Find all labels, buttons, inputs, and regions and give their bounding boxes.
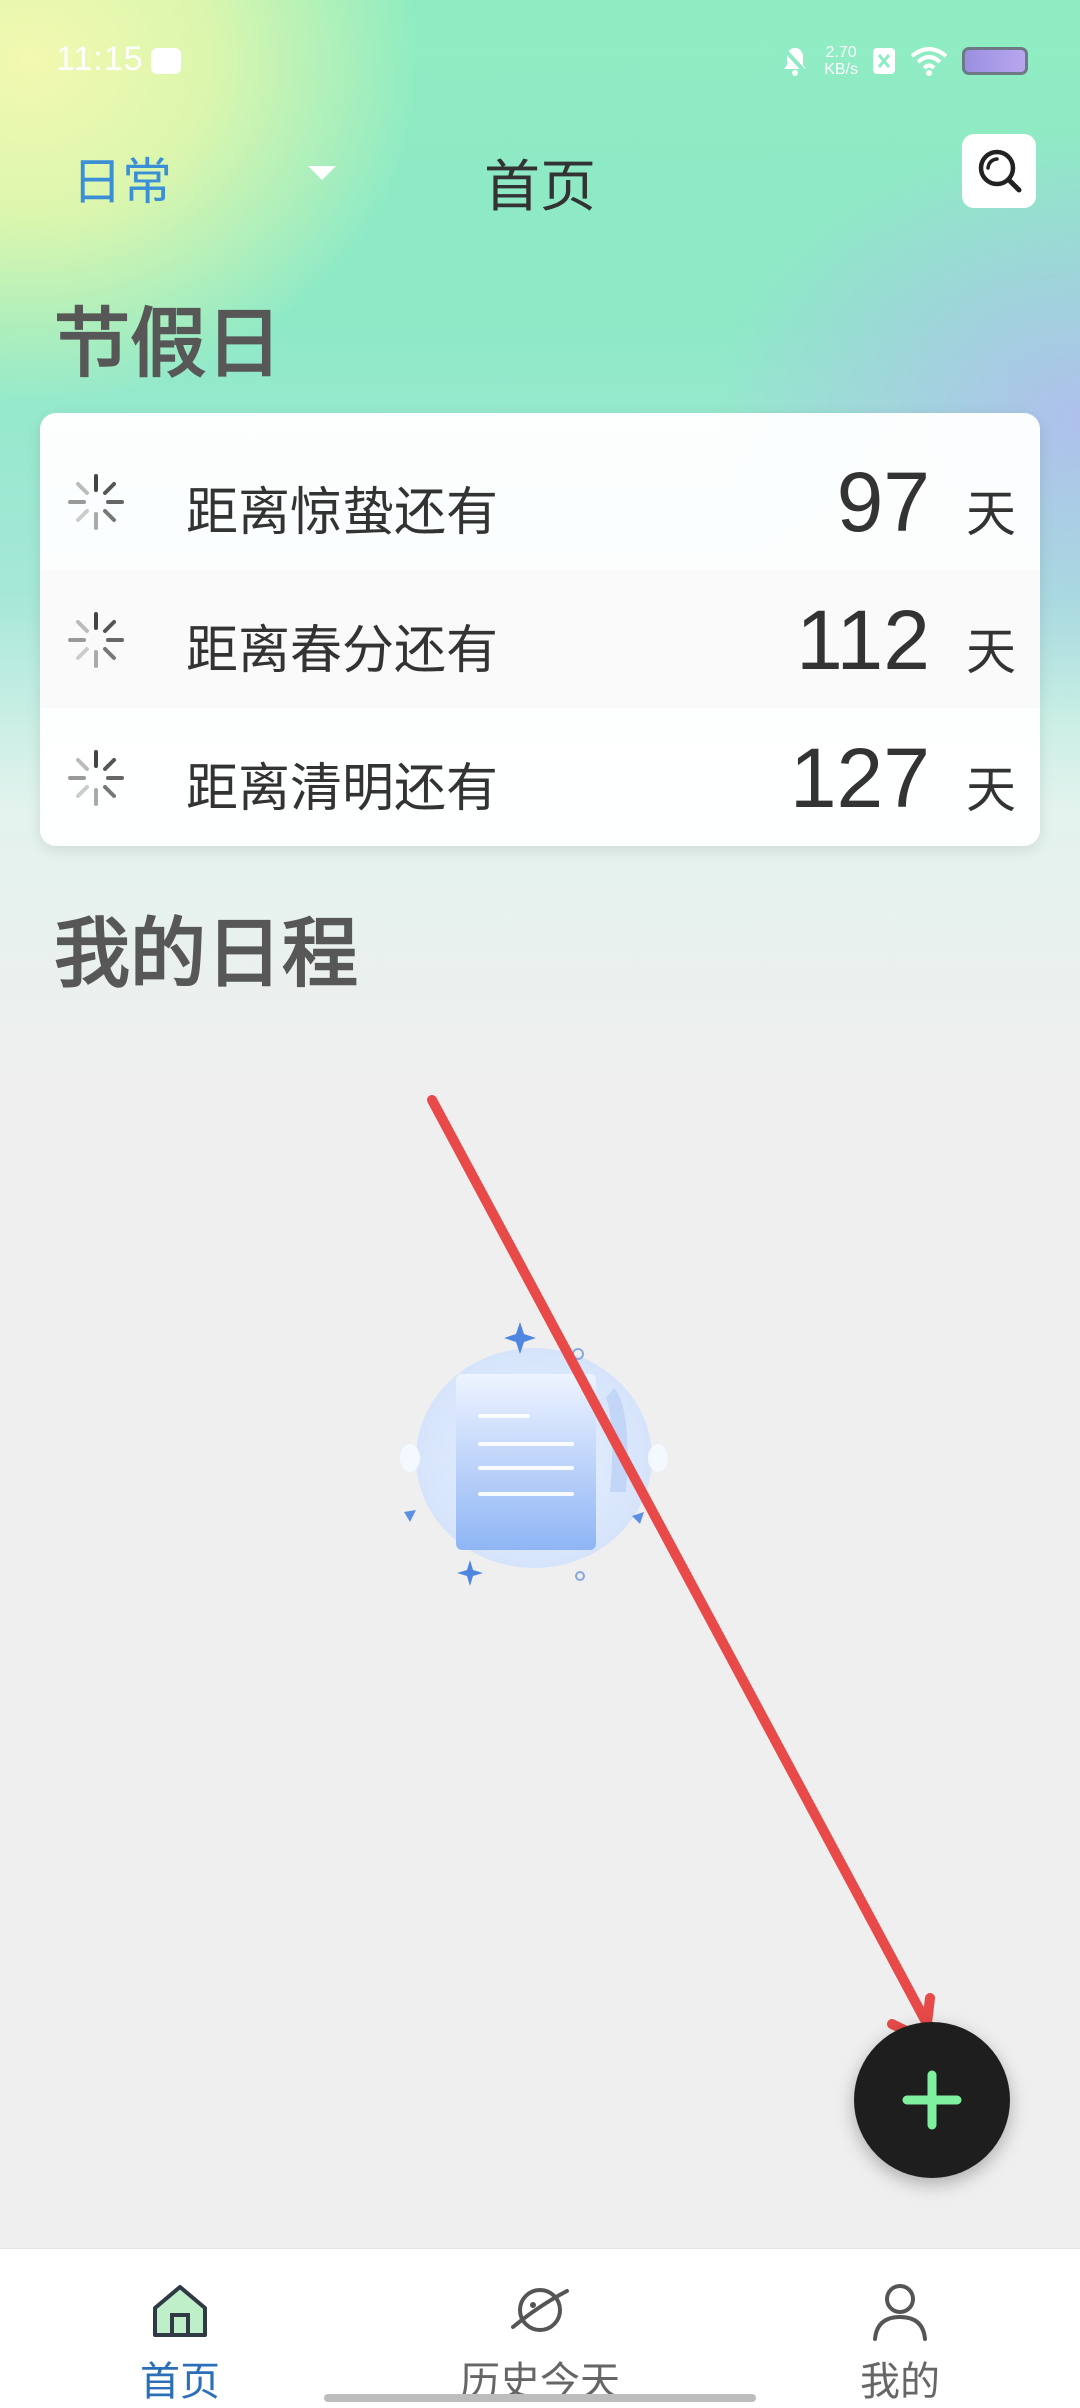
holiday-days-count: 112	[796, 593, 930, 687]
holiday-days-count: 127	[789, 731, 930, 825]
message-notification-icon	[151, 48, 181, 74]
holiday-days-count: 97	[836, 455, 930, 549]
status-bar: 11:15 2.70 KB/s	[0, 0, 1080, 130]
network-speed: 2.70 KB/s	[824, 44, 858, 78]
holiday-row[interactable]: 距离春分还有 112 天	[40, 570, 1040, 708]
search-icon	[978, 149, 1022, 193]
loading-spinner-icon	[68, 612, 124, 668]
holiday-label: 距离清明还有	[186, 759, 499, 819]
schedule-section-title: 我的日程	[54, 909, 358, 998]
battery-icon	[962, 47, 1028, 75]
nav-item-mine[interactable]: 我的	[750, 2249, 1050, 2408]
network-speed-value: 2.70	[825, 44, 857, 61]
home-screen: 11:15 2.70 KB/s 日常 首页 节假日 距离惊蛰还有 97 天 距离…	[0, 0, 1080, 2408]
app-header: 日常 首页	[0, 120, 1080, 230]
holiday-row[interactable]: 距离惊蛰还有 97 天	[40, 432, 1040, 570]
wifi-icon	[910, 47, 948, 76]
status-time: 11:15	[56, 40, 144, 78]
loading-spinner-icon	[68, 474, 124, 530]
holiday-row[interactable]: 距离清明还有 127 天	[40, 708, 1040, 846]
status-icons: 2.70 KB/s	[780, 40, 1028, 82]
gesture-bar[interactable]	[324, 2394, 756, 2402]
person-icon	[873, 2284, 927, 2341]
nav-item-home[interactable]: 首页	[30, 2249, 330, 2408]
holidays-section-title: 节假日	[54, 299, 282, 388]
network-speed-unit: KB/s	[824, 61, 858, 78]
nav-item-history-today[interactable]: 历史今天	[390, 2249, 690, 2408]
planet-icon	[511, 2288, 569, 2332]
holiday-label: 距离惊蛰还有	[186, 483, 499, 543]
page-title: 首页	[484, 155, 596, 220]
bottom-navigation: 首页 历史今天 我的	[0, 2248, 1080, 2408]
loading-spinner-icon	[68, 750, 124, 806]
holiday-days-unit: 天	[966, 485, 1016, 543]
holiday-label: 距离春分还有	[186, 621, 499, 681]
plus-icon	[902, 2070, 962, 2130]
mute-bell-icon	[781, 46, 809, 76]
holiday-days-unit: 天	[966, 761, 1016, 819]
add-schedule-button[interactable]	[854, 2022, 1010, 2178]
home-icon	[153, 2285, 207, 2337]
sim-disabled-icon	[873, 48, 895, 74]
nav-item-label: 首页	[140, 2359, 220, 2405]
holiday-days-unit: 天	[966, 623, 1016, 681]
nav-item-label: 我的	[860, 2359, 940, 2405]
empty-schedule-illustration	[400, 1322, 668, 1586]
holiday-countdown-card: 距离惊蛰还有 97 天 距离春分还有 112 天 距离清明还有 127 天	[40, 413, 1040, 846]
search-button[interactable]	[962, 134, 1036, 208]
